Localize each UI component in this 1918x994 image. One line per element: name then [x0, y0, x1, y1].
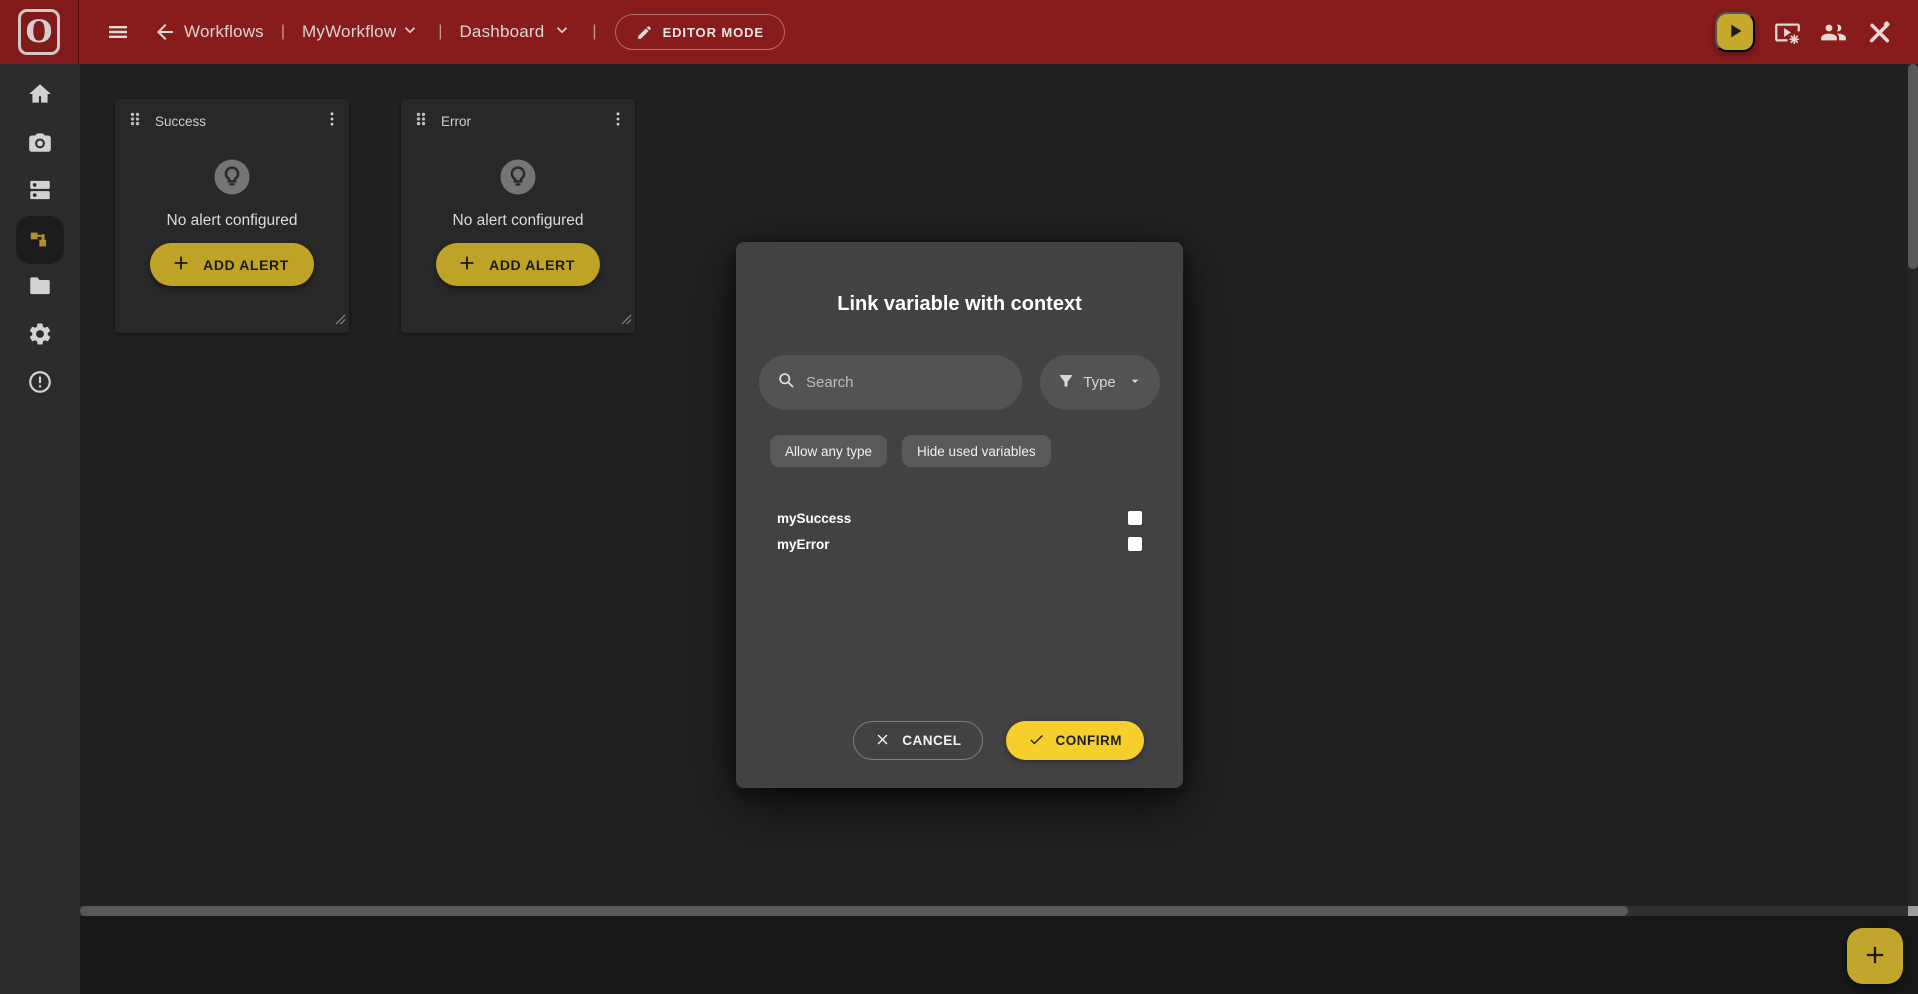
pencil-icon [636, 24, 653, 41]
dashboard-selector[interactable]: Dashboard [459, 21, 571, 44]
logo-letter: O [18, 9, 60, 55]
back-arrow-icon[interactable] [153, 20, 177, 44]
card-title: Error [441, 114, 471, 129]
app-window: O Workflows | MyWorkflow | Dashboard | [0, 0, 1918, 994]
chevron-down-icon [401, 21, 419, 44]
filter-funnel-icon [1057, 372, 1075, 394]
confirm-label: CONFIRM [1056, 733, 1123, 748]
add-widget-fab[interactable] [1847, 928, 1903, 984]
video-settings-icon[interactable] [1774, 19, 1801, 46]
view-name: Dashboard [459, 22, 544, 42]
sidebar-item-files[interactable] [16, 264, 64, 312]
horizontal-scrollbar-thumb[interactable] [80, 906, 1628, 916]
variable-list: mySuccess myError [777, 505, 1142, 557]
vertical-scrollbar-thumb[interactable] [1908, 64, 1918, 269]
error-outline-icon [27, 369, 53, 400]
top-bar: O Workflows | MyWorkflow | Dashboard | [0, 0, 1918, 64]
construction-tools-icon[interactable] [1866, 19, 1893, 46]
check-icon [1028, 731, 1045, 751]
horizontal-scrollbar-track[interactable] [80, 906, 1908, 916]
variable-name: mySuccess [777, 511, 851, 526]
dropdown-arrow-icon [1127, 373, 1143, 393]
dialog-title: Link variable with context [736, 293, 1183, 316]
cancel-label: CANCEL [902, 733, 961, 748]
add-alert-button[interactable]: ADD ALERT [150, 243, 314, 286]
breadcrumb-separator: | [281, 23, 285, 41]
play-icon [1724, 20, 1746, 45]
empty-state-text: No alert configured [167, 212, 298, 230]
widget-card-success: Success No alert configured [115, 99, 349, 333]
editor-mode-button[interactable]: EDITOR MODE [615, 14, 785, 50]
sidebar-item-camera[interactable] [16, 120, 64, 168]
search-icon [776, 370, 796, 395]
chip-hide-used-variables[interactable]: Hide used variables [902, 435, 1051, 467]
drag-indicator-icon[interactable] [125, 109, 145, 134]
app-logo[interactable]: O [0, 0, 79, 64]
link-variable-dialog: Link variable with context Type Allow an… [736, 242, 1183, 788]
sidebar-item-home[interactable] [16, 72, 64, 120]
sidebar-item-settings[interactable] [16, 312, 64, 360]
lightbulb-circle-icon [497, 156, 539, 203]
workflow-name: MyWorkflow [302, 22, 396, 42]
lightbulb-circle-icon [211, 156, 253, 203]
sidebar-item-workflows[interactable] [16, 216, 64, 264]
more-options-icon[interactable] [323, 110, 341, 133]
workflow-tree-icon [27, 225, 53, 256]
plus-icon [456, 252, 478, 277]
users-icon[interactable] [1820, 19, 1847, 46]
variable-checkbox[interactable] [1128, 511, 1142, 525]
home-icon [27, 81, 53, 112]
camera-icon [27, 129, 53, 160]
left-sidebar [0, 64, 80, 994]
close-icon [874, 731, 891, 751]
breadcrumb-separator: | [592, 23, 596, 41]
editor-mode-label: EDITOR MODE [663, 25, 764, 40]
run-workflow-button[interactable] [1715, 12, 1755, 52]
folder-icon [27, 273, 53, 304]
variable-row-myerror[interactable]: myError [777, 531, 1142, 557]
variable-name: myError [777, 537, 830, 552]
search-field[interactable] [759, 355, 1022, 410]
card-title: Success [155, 114, 206, 129]
cancel-button[interactable]: CANCEL [853, 721, 982, 760]
vertical-scrollbar-track[interactable] [1908, 64, 1918, 906]
breadcrumb-workflows[interactable]: Workflows [184, 22, 264, 42]
add-alert-button[interactable]: ADD ALERT [436, 243, 600, 286]
confirm-button[interactable]: CONFIRM [1006, 721, 1145, 760]
settings-gear-icon [27, 321, 53, 352]
scrollbar-corner [1908, 906, 1918, 916]
sidebar-item-alerts[interactable] [16, 360, 64, 408]
chevron-down-icon [553, 21, 571, 44]
hamburger-menu-icon[interactable] [106, 20, 130, 44]
variable-checkbox[interactable] [1128, 537, 1142, 551]
add-alert-label: ADD ALERT [489, 257, 575, 273]
empty-state-text: No alert configured [453, 212, 584, 230]
resize-handle[interactable] [621, 312, 632, 330]
plus-icon [170, 252, 192, 277]
type-filter-dropdown[interactable]: Type [1040, 355, 1160, 410]
sidebar-item-datasets[interactable] [16, 168, 64, 216]
chip-allow-any-type[interactable]: Allow any type [770, 435, 887, 467]
search-input[interactable] [806, 374, 1006, 391]
bottom-panel [80, 916, 1918, 994]
more-options-icon[interactable] [609, 110, 627, 133]
drag-indicator-icon[interactable] [411, 109, 431, 134]
workflow-selector[interactable]: MyWorkflow [302, 21, 419, 44]
topbar-actions [1715, 12, 1893, 52]
breadcrumb-separator: | [438, 23, 442, 41]
plus-icon [1861, 941, 1889, 972]
dns-icon [27, 177, 53, 208]
widget-card-error: Error No alert configured [401, 99, 635, 333]
type-filter-label: Type [1083, 374, 1116, 391]
add-alert-label: ADD ALERT [203, 257, 289, 273]
variable-row-mysuccess[interactable]: mySuccess [777, 505, 1142, 531]
resize-handle[interactable] [335, 312, 346, 330]
